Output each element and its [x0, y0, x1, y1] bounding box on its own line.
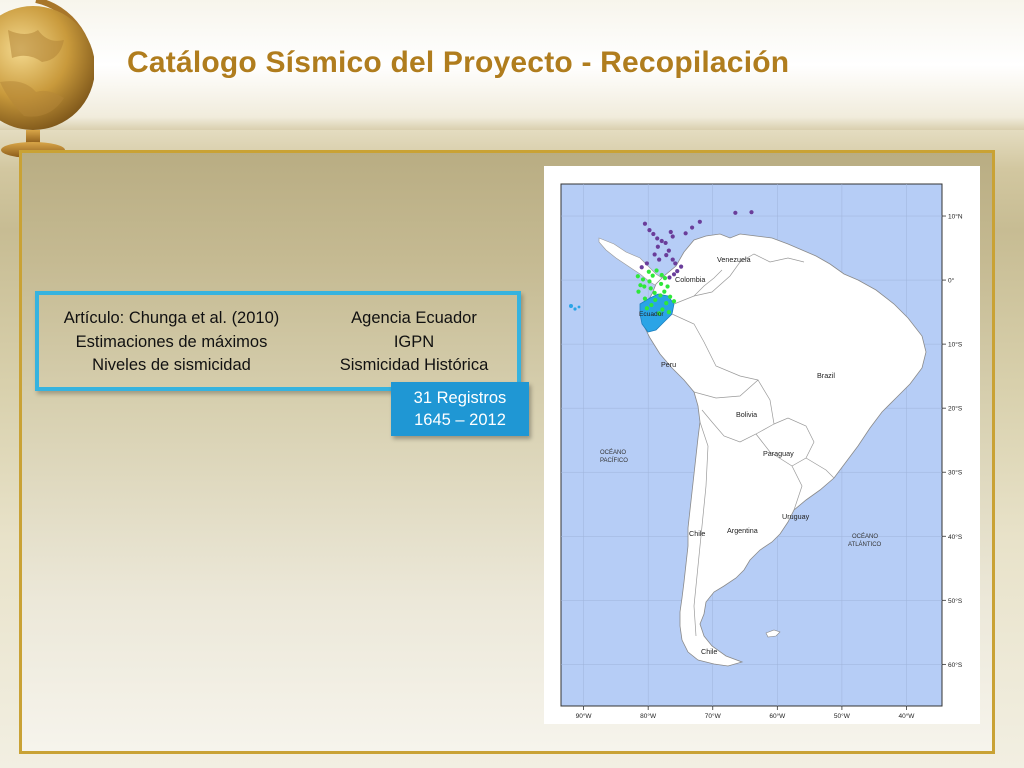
lat-tick-label: 20°S	[948, 405, 963, 413]
seismic-event-green	[664, 301, 669, 306]
seismic-event-green	[652, 290, 657, 295]
seismic-event-green	[648, 286, 653, 291]
label-atlantic-ocean-2: ATLÁNTICO	[848, 541, 882, 548]
label-brazil: Brazil	[817, 371, 835, 380]
seismic-event-purple	[673, 261, 678, 266]
label-venezuela: Venezuela	[717, 255, 751, 264]
seismic-event-green	[662, 276, 668, 281]
seismic-event-green	[668, 294, 673, 299]
label-ecuador: Ecuador	[639, 311, 664, 318]
seismic-event-green	[649, 302, 654, 308]
lat-tick-label: 10°S	[948, 341, 963, 349]
seismic-event-purple	[652, 252, 657, 257]
info-line: Artículo: Chunga et al. (2010)	[63, 309, 280, 327]
seismic-event-purple	[647, 228, 652, 233]
info-column-article: Artículo: Chunga et al. (2010) Estimacio…	[49, 307, 294, 378]
label-colombia: Colombia	[675, 275, 705, 284]
seismic-event-purple	[664, 252, 669, 258]
label-atlantic-ocean-1: OCÉANO	[852, 533, 878, 540]
label-pacific-ocean-2: PACÍFICO	[600, 457, 628, 464]
seismic-event-green	[662, 289, 667, 294]
label-argentina: Argentina	[727, 526, 758, 535]
seismic-event-purple	[749, 210, 754, 215]
seismic-event-green	[642, 284, 647, 289]
label-uruguay: Uruguay	[782, 512, 810, 521]
seismic-event-purple	[697, 219, 702, 224]
seismic-event-green	[665, 284, 670, 289]
info-line: IGPN	[393, 332, 435, 351]
label-peru: Peru	[661, 360, 676, 369]
seismic-event-green	[640, 277, 646, 282]
label-paraguay: Paraguay	[763, 449, 794, 458]
label-pacific-ocean-1: OCÉANO	[600, 449, 626, 456]
label-chile-north: Chile	[689, 529, 705, 538]
seismic-event-purple	[670, 257, 675, 262]
slide-title: Catálogo Sísmico del Proyecto - Recopila…	[127, 46, 790, 79]
seismic-event-purple	[670, 234, 675, 239]
info-box: Artículo: Chunga et al. (2010) Estimacio…	[35, 291, 521, 391]
seismic-event-purple	[639, 265, 644, 270]
lat-tick-label: 40°S	[948, 533, 963, 541]
seismic-event-purple	[683, 231, 688, 236]
records-badge: 31 Registros 1645 – 2012	[391, 382, 529, 436]
lon-tick-label: 80°W	[640, 712, 657, 720]
seismic-event-green	[658, 293, 663, 298]
lat-tick-label: 0°	[948, 277, 955, 285]
seismic-event-purple	[689, 225, 695, 230]
seismic-event-purple	[644, 261, 649, 266]
seismic-event-purple	[666, 248, 671, 253]
seismic-event-purple	[651, 231, 656, 237]
seismic-event-green	[666, 309, 671, 315]
lat-tick-label: 30°S	[948, 469, 963, 477]
seismic-event-green	[654, 268, 659, 273]
seismic-event-purple	[679, 264, 684, 269]
seismic-event-green	[647, 279, 652, 284]
seismic-event-green	[644, 306, 649, 311]
lon-tick-label: 60°W	[769, 712, 786, 720]
seismic-event-green	[636, 289, 641, 294]
label-bolivia: Bolivia	[736, 410, 757, 419]
seismic-event-purple	[659, 238, 664, 244]
seismic-event-purple	[663, 240, 668, 246]
seismic-event-green	[671, 299, 677, 304]
records-period: 1645 – 2012	[414, 411, 506, 429]
lat-tick-label: 50°S	[948, 597, 963, 605]
lon-tick-label: 90°W	[576, 712, 593, 720]
info-line: Agencia Ecuador	[351, 309, 477, 327]
south-america-map: Venezuela Colombia Ecuador Peru Brazil B…	[560, 183, 963, 720]
records-count: 31 Registros	[413, 389, 507, 407]
seismic-event-green	[653, 297, 658, 303]
info-line: Estimaciones de máximos	[75, 332, 268, 351]
lat-tick-label: 10°N	[948, 213, 963, 221]
lon-tick-label: 70°W	[705, 712, 722, 720]
lon-tick-label: 40°W	[898, 712, 915, 720]
seismic-event-purple	[657, 257, 662, 262]
map-panel: Venezuela Colombia Ecuador Peru Brazil B…	[544, 166, 980, 724]
seismic-event-purple	[667, 275, 672, 280]
seismic-event-purple	[642, 221, 648, 226]
seismic-event-green	[650, 273, 655, 278]
seismic-event-green	[658, 281, 664, 287]
lat-tick-label: 60°S	[948, 661, 963, 669]
seismic-event-purple	[733, 210, 738, 215]
seismic-event-green	[659, 272, 664, 278]
seismic-event-purple	[655, 236, 660, 241]
label-chile-south: Chile	[701, 647, 717, 656]
seismic-event-purple	[668, 229, 673, 235]
info-column-agency: Agencia Ecuador IGPN Sismicidad Históric…	[314, 307, 514, 378]
lon-tick-label: 50°W	[834, 712, 851, 720]
globe-icon	[0, 0, 94, 158]
seismic-event-green	[638, 283, 643, 288]
seismic-event-purple	[675, 269, 680, 274]
info-line: Sismicidad Histórica	[339, 356, 489, 374]
info-line: Niveles de sismicidad	[92, 356, 251, 374]
seismic-event-green	[646, 269, 651, 274]
seismic-event-green	[642, 296, 648, 301]
seismic-event-purple	[655, 244, 660, 249]
seismic-event-green	[635, 274, 640, 279]
